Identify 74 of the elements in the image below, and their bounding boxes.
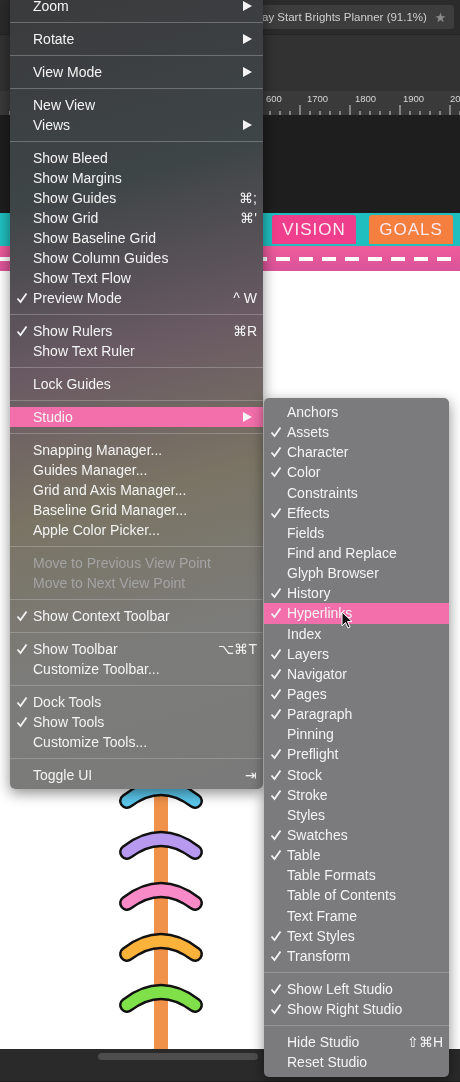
menu-item[interactable]: Lock Guides: [10, 374, 263, 394]
menu-item[interactable]: Anchors: [264, 402, 449, 423]
menu-item[interactable]: View Mode: [10, 62, 263, 82]
menu-item[interactable]: Show Column Guides: [10, 248, 263, 268]
menu-item[interactable]: Styles: [264, 804, 449, 825]
scrollbar[interactable]: [98, 1053, 258, 1060]
menu-item[interactable]: Layers: [264, 643, 449, 664]
menu-item[interactable]: Grid and Axis Manager...: [10, 480, 263, 500]
menu-item[interactable]: Customize Tools...: [10, 732, 263, 752]
menu-item[interactable]: Studio: [10, 407, 263, 427]
menu-item[interactable]: Dock Tools: [10, 692, 263, 712]
menu-item[interactable]: Text Styles: [264, 925, 449, 946]
menu-item[interactable]: Show Tools: [10, 712, 263, 732]
menu-item[interactable]: Apple Color Picker...: [10, 520, 263, 540]
menu-item[interactable]: Stroke: [264, 784, 449, 805]
menu-item[interactable]: Transform: [264, 945, 449, 966]
shortcut-text: ⇧⌘H: [406, 1034, 443, 1051]
menu-item[interactable]: Snapping Manager...: [10, 440, 263, 460]
menu-item[interactable]: Show Text Ruler: [10, 341, 263, 361]
menu-item[interactable]: Paragraph: [264, 704, 449, 725]
menu-item[interactable]: Stock: [264, 764, 449, 785]
menu-item[interactable]: Pinning: [264, 724, 449, 745]
menu-item[interactable]: Index: [264, 623, 449, 644]
shortcut-text: ⌘': [240, 210, 257, 226]
menu-item[interactable]: Toggle UI ⇥: [10, 765, 263, 785]
menu-item[interactable]: Show Guides ⌘;: [10, 188, 263, 208]
ruler-label: 1700: [307, 93, 329, 104]
shortcut-text: ⇥: [245, 767, 257, 783]
ruler-label: 1800: [355, 93, 377, 104]
menu-item[interactable]: Show Toolbar ⌥⌘T: [10, 639, 263, 659]
menu-item[interactable]: Show Grid ⌘': [10, 208, 263, 228]
menu-item[interactable]: Preflight: [264, 744, 449, 765]
menu-item[interactable]: Table: [264, 845, 449, 866]
menu-item[interactable]: Preview Mode ^ W: [10, 288, 263, 308]
menu-item[interactable]: Show Bleed: [10, 148, 263, 168]
menu-item[interactable]: Find and Replace: [264, 543, 449, 564]
menu-item[interactable]: Text Frame: [264, 905, 449, 926]
menu-item[interactable]: Glyph Browser: [264, 563, 449, 584]
ruler-label: 20: [450, 93, 460, 104]
menu-item[interactable]: Show Margins: [10, 168, 263, 188]
menu-item[interactable]: Views: [10, 115, 263, 135]
menu-item[interactable]: Table Formats: [264, 865, 449, 886]
menu-item[interactable]: Assets: [264, 422, 449, 443]
menu-item[interactable]: New View: [10, 95, 263, 115]
menu-item[interactable]: Reset Studio: [264, 1052, 449, 1073]
menu-item[interactable]: History: [264, 583, 449, 604]
menu-item[interactable]: Show Text Flow: [10, 268, 263, 288]
menu-item[interactable]: Baseline Grid Manager...: [10, 500, 263, 520]
menu-item[interactable]: Navigator: [264, 663, 449, 684]
menu-item[interactable]: Show Context Toolbar: [10, 606, 263, 626]
menu-item[interactable]: Hide Studio ⇧⌘H: [264, 1032, 449, 1053]
menu-item[interactable]: Pages: [264, 683, 449, 705]
menu-item[interactable]: Character: [264, 442, 449, 463]
shortcut-text: ⌥⌘T: [218, 641, 257, 657]
menu-item[interactable]: Constraints: [264, 482, 449, 503]
menu-item[interactable]: Rotate: [10, 29, 263, 49]
menu-item[interactable]: Guides Manager...: [10, 460, 263, 480]
menu-item[interactable]: Hyperlinks: [264, 603, 449, 624]
menu-item[interactable]: Show Left Studio: [264, 978, 449, 1000]
menu-item[interactable]: Fields: [264, 522, 449, 543]
menu-item[interactable]: Customize Toolbar...: [10, 659, 263, 679]
menu-item[interactable]: Show Right Studio: [264, 999, 449, 1020]
menu-item[interactable]: Show Rulers ⌘R: [10, 321, 263, 341]
shortcut-text: ⌘;: [239, 190, 257, 206]
menu-item[interactable]: Color: [264, 462, 449, 483]
ruler-label: 600: [266, 93, 282, 104]
shortcut-text: ⌘R: [232, 323, 257, 339]
menu-item[interactable]: Swatches: [264, 824, 449, 846]
menu-item[interactable]: Show Baseline Grid: [10, 228, 263, 248]
menu-item[interactable]: Table of Contents: [264, 885, 449, 906]
star-icon: [434, 11, 446, 23]
shortcut-text: ^ W: [233, 290, 257, 306]
menu-item[interactable]: Effects: [264, 502, 449, 523]
ruler-label: 1900: [403, 93, 425, 104]
